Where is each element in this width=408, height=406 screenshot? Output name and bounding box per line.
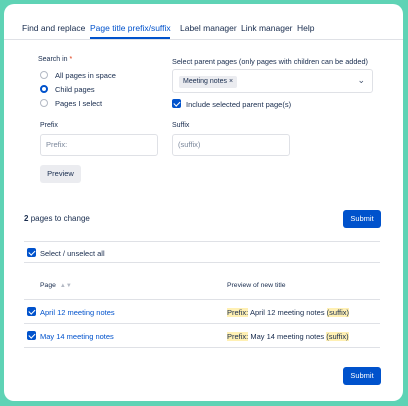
table-row-divider: [24, 347, 380, 348]
pages-to-change-text: pages to change: [30, 214, 90, 223]
tab-bar: Find and replace Page title prefix/suffi…: [4, 4, 403, 40]
select-all-checkbox[interactable]: [27, 248, 36, 257]
include-parent-checkbox[interactable]: [172, 99, 181, 108]
title-preview: Prefix: May 14 meeting notes (suffix): [227, 332, 349, 341]
tab-help[interactable]: Help: [297, 23, 314, 33]
radio-label: Child pages: [55, 84, 95, 94]
radio-icon[interactable]: [40, 99, 48, 107]
search-in-label-text: Search in: [38, 56, 68, 63]
preview-suffix: (suffix): [326, 332, 349, 341]
tab-page-title-prefix-suffix[interactable]: Page title prefix/suffix: [90, 23, 171, 33]
chip-remove-icon[interactable]: ×: [229, 78, 233, 85]
parent-pages-select[interactable]: Meeting notes × ⌄: [172, 69, 373, 93]
suffix-label: Suffix: [172, 122, 190, 129]
submit-button-bottom[interactable]: Submit: [343, 367, 381, 385]
preview-prefix: Prefix:: [227, 332, 249, 341]
title-preview: Prefix: April 12 meeting notes (suffix): [227, 308, 350, 317]
submit-button-top[interactable]: Submit: [343, 210, 381, 228]
suffix-input[interactable]: (suffix): [172, 134, 290, 156]
radio-icon[interactable]: [40, 85, 48, 93]
search-in-label: Search in *: [38, 56, 72, 63]
parent-pages-label: Select parent pages (only pages with chi…: [172, 57, 368, 66]
table-row-divider: [24, 323, 380, 324]
prefix-input[interactable]: Prefix:: [40, 134, 158, 156]
radio-icon[interactable]: [40, 71, 48, 79]
pages-count: 2: [24, 214, 29, 223]
bulk-edit-panel: Find and replace Page title prefix/suffi…: [4, 4, 403, 401]
column-header-page[interactable]: Page ▲▼: [40, 282, 72, 289]
tab-label-manager[interactable]: Label manager: [180, 23, 237, 33]
required-mark: *: [69, 56, 73, 63]
column-header-label: Page: [40, 282, 56, 289]
select-all-label: Select / unselect all: [40, 249, 105, 258]
preview-title: May 14 meeting notes: [250, 332, 325, 341]
chip-label: Meeting notes: [183, 78, 227, 85]
column-header-preview: Preview of new title: [227, 282, 286, 289]
tab-find-and-replace[interactable]: Find and replace: [22, 23, 85, 33]
radio-all-pages[interactable]: All pages in space: [40, 70, 116, 80]
table-header-divider: [24, 299, 380, 300]
row-checkbox[interactable]: [27, 331, 36, 340]
radio-label: Pages I select: [55, 98, 103, 108]
chevron-down-icon[interactable]: ⌄: [357, 75, 365, 86]
preview-suffix: (suffix): [326, 308, 350, 317]
row-checkbox[interactable]: [27, 307, 36, 316]
prefix-label: Prefix: [40, 122, 58, 129]
parent-page-chip: Meeting notes ×: [179, 76, 238, 88]
preview-prefix: Prefix:: [227, 308, 249, 317]
preview-button[interactable]: Preview: [40, 165, 81, 183]
divider: [24, 241, 380, 242]
page-link[interactable]: May 14 meeting notes: [40, 332, 114, 341]
preview-title: April 12 meeting notes: [249, 308, 325, 317]
sort-icon[interactable]: ▲▼: [60, 283, 72, 289]
tab-link-manager[interactable]: Link manager: [241, 23, 293, 33]
page-link[interactable]: April 12 meeting notes: [40, 308, 115, 317]
include-parent-label: Include selected parent page(s): [186, 100, 292, 109]
active-tab-indicator: [90, 37, 170, 39]
radio-child-pages[interactable]: Child pages: [40, 84, 95, 94]
radio-pages-i-select[interactable]: Pages I select: [40, 98, 102, 108]
divider: [24, 262, 380, 263]
radio-label: All pages in space: [55, 70, 116, 80]
pages-to-change: 2 pages to change: [24, 214, 90, 223]
